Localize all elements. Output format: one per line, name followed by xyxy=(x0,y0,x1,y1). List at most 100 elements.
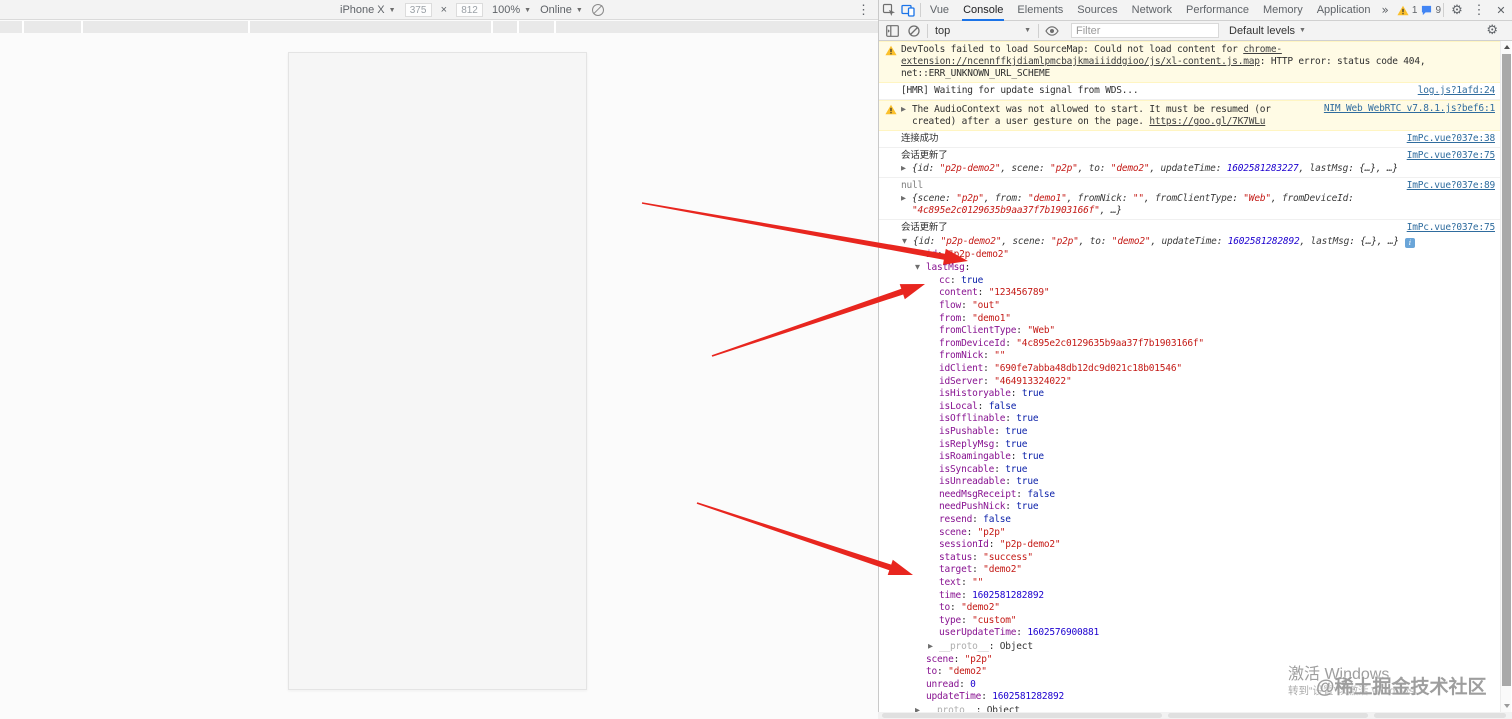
scrollbar-thumb[interactable] xyxy=(1502,54,1511,686)
tree-property-row: scene: "p2p" xyxy=(901,527,1495,540)
more-tabs-button[interactable]: » xyxy=(1378,3,1393,17)
console-line: DevTools failed to load SourceMap: Could… xyxy=(901,44,1495,80)
console-warning-message: DevTools failed to load SourceMap: Could… xyxy=(879,41,1501,83)
settings-button[interactable]: ⚙ xyxy=(1446,0,1468,20)
property-colon: : xyxy=(975,704,987,712)
log-levels-select[interactable]: Default levels ▼ xyxy=(1229,25,1306,37)
property-value: Object xyxy=(986,704,1020,712)
toolbar-separator xyxy=(920,3,921,17)
device-width-input[interactable] xyxy=(404,3,432,17)
eye-icon xyxy=(1045,25,1059,36)
console-token: : xyxy=(929,236,941,247)
console-token: : xyxy=(1232,193,1244,204)
console-scrollbar[interactable] xyxy=(1500,41,1511,712)
console-token: 连接成功 xyxy=(901,133,939,144)
source-link[interactable]: ImPc.vue?037e:89 xyxy=(1407,180,1496,191)
expand-triangle-icon[interactable]: ▼ xyxy=(915,261,926,274)
tab-network[interactable]: Network xyxy=(1125,0,1179,21)
property-key: scene xyxy=(939,526,967,538)
property-key: updateTime xyxy=(926,691,982,703)
zoom-select[interactable]: 100% ▼ xyxy=(492,4,531,16)
tab-elements[interactable]: Elements xyxy=(1010,0,1070,21)
device-select-value: iPhone X xyxy=(340,4,385,16)
clear-console-button[interactable] xyxy=(903,21,925,41)
network-throttle-select[interactable]: Online ▼ xyxy=(540,4,583,16)
device-toolbar-menu-button[interactable]: ⋮ xyxy=(857,2,870,18)
property-colon: : xyxy=(994,438,1006,450)
inspect-cursor-icon xyxy=(882,3,895,16)
tree-property-row: userUpdateTime: 1602576900881 xyxy=(901,627,1495,640)
tab-vue[interactable]: Vue xyxy=(923,0,956,21)
property-key: flow xyxy=(939,299,962,311)
console-token: lastMsg xyxy=(1310,236,1350,247)
console-sidebar-toggle-button[interactable] xyxy=(881,21,903,41)
console-token: : {…}, …} xyxy=(1348,163,1398,174)
property-colon: : xyxy=(961,614,973,626)
property-value: true xyxy=(1016,413,1039,425)
device-height-input[interactable] xyxy=(456,3,484,17)
tab-memory[interactable]: Memory xyxy=(1256,0,1310,21)
console-token: : {…}, …} xyxy=(1349,236,1399,247)
tree-property-row: needMsgReceipt: false xyxy=(901,489,1495,502)
expand-triangle-icon[interactable]: ▶ xyxy=(901,103,912,115)
tree-property-row: from: "demo1" xyxy=(901,313,1495,326)
property-key: target xyxy=(939,564,973,576)
property-colon: : xyxy=(977,287,989,299)
scroll-up-arrow[interactable] xyxy=(1501,41,1512,53)
property-value: "demo1" xyxy=(972,312,1011,324)
execution-context-select[interactable]: top ▼ xyxy=(930,25,1036,37)
tab-application[interactable]: Application xyxy=(1310,0,1378,21)
property-colon: : xyxy=(1005,476,1017,488)
info-icon[interactable]: i xyxy=(1404,238,1415,248)
property-value: true xyxy=(1016,476,1039,488)
property-colon: : xyxy=(972,514,984,526)
property-key: time xyxy=(939,589,962,601)
issues-badge[interactable]: 9 xyxy=(1421,5,1441,16)
tree-property-row: isRoamingable: true xyxy=(901,451,1495,464)
console-filter-input[interactable] xyxy=(1071,23,1219,38)
console-token: : xyxy=(1121,193,1133,204)
tab-performance[interactable]: Performance xyxy=(1179,0,1256,21)
source-link[interactable]: NIM Web WebRTC v7.8.1.js?bef6:1 xyxy=(1324,103,1495,114)
property-colon: : xyxy=(983,350,995,362)
console-token: scene xyxy=(1011,163,1039,174)
tree-property-row: ▶ __proto__: Object xyxy=(901,640,1495,654)
emulated-device-viewport[interactable] xyxy=(288,52,587,690)
property-key: status xyxy=(939,551,973,563)
expand-triangle-icon[interactable]: ▶ xyxy=(901,192,912,204)
source-link[interactable]: ImPc.vue?037e:75 xyxy=(1407,150,1496,161)
inspect-element-button[interactable] xyxy=(879,0,899,20)
expand-triangle-icon[interactable]: ▶ xyxy=(928,640,939,653)
console-settings-button[interactable]: ⚙ xyxy=(1486,23,1498,38)
console-token: , xyxy=(1270,193,1282,204)
chevron-down-icon: ▼ xyxy=(1024,27,1031,34)
source-link[interactable]: ImPc.vue?037e:75 xyxy=(1407,222,1496,233)
close-devtools-button[interactable]: ✕ xyxy=(1490,0,1512,20)
live-expression-button[interactable] xyxy=(1041,21,1063,41)
property-colon: : xyxy=(988,641,1000,652)
property-colon: : xyxy=(961,312,973,324)
property-value: "out" xyxy=(972,299,1000,311)
expand-triangle-icon[interactable]: ▶ xyxy=(915,704,926,712)
device-select[interactable]: iPhone X ▼ xyxy=(340,4,396,16)
source-link[interactable]: log.js?1afd:24 xyxy=(1418,85,1495,96)
expand-triangle-icon[interactable]: ▼ xyxy=(902,235,913,248)
no-throttling-icon xyxy=(591,4,604,16)
devtools-menu-button[interactable]: ⋮ xyxy=(1468,0,1490,20)
scroll-down-arrow[interactable] xyxy=(1501,700,1512,712)
tab-console[interactable]: Console xyxy=(956,0,1010,21)
message-link[interactable]: https://goo.gl/7K7WLu xyxy=(1149,116,1265,127)
property-value: Object xyxy=(999,641,1033,652)
source-link[interactable]: ImPc.vue?037e:38 xyxy=(1407,133,1496,144)
toggle-device-toolbar-button[interactable] xyxy=(899,0,919,20)
console-token: to xyxy=(1089,236,1101,247)
object-preview: ▶ {id: "p2p-demo2", scene: "p2p", to: "de… xyxy=(901,162,1495,175)
property-key: isOfflinable xyxy=(939,413,1006,425)
expand-triangle-icon[interactable]: ▶ xyxy=(901,162,912,174)
console-line: [HMR] Waiting for update signal from WDS… xyxy=(901,85,1495,97)
property-key: isPushable xyxy=(939,425,995,437)
warning-badge[interactable]: 1 xyxy=(1397,5,1417,16)
property-key: isHistoryable xyxy=(939,388,1011,400)
property-value: "success" xyxy=(983,551,1033,563)
tab-sources[interactable]: Sources xyxy=(1070,0,1124,21)
